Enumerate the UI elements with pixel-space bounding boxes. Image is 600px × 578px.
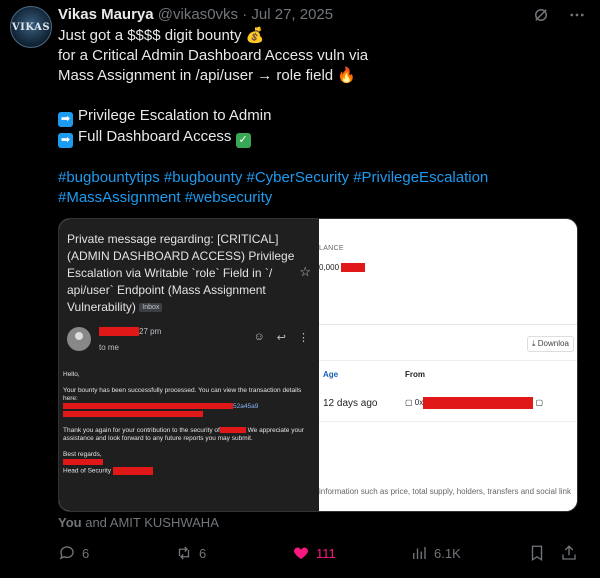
redaction <box>63 411 203 418</box>
tweet-header: Vikas Maurya @vikas0vks · Jul 27, 2025 <box>58 6 333 24</box>
hashtags[interactable]: #MassAssignment #websecurity <box>58 188 578 208</box>
author-avatar[interactable]: VIKAS <box>10 6 52 48</box>
download-button: ⤓ Downloa <box>527 336 574 352</box>
redaction <box>112 467 153 475</box>
like-count: 111 <box>316 545 336 561</box>
divider <box>319 421 577 422</box>
inbox-tag: Inbox <box>139 303 163 312</box>
heart-icon <box>294 547 308 559</box>
email-para-text: Your bounty has been successfully proces… <box>63 387 302 402</box>
tweet-date[interactable]: Jul 27, 2025 <box>251 6 333 23</box>
liked-by-you: You <box>58 515 82 530</box>
email-time: 27 pm <box>139 327 162 336</box>
like-button[interactable]: 111 <box>292 544 336 562</box>
column-age: Age <box>323 370 339 379</box>
emoji-icon: ☺ <box>253 331 265 343</box>
author-handle[interactable]: @vikas0vks <box>158 6 238 23</box>
text-line: Mass Assignment in /api/user → role fiel… <box>58 67 356 84</box>
reply-icon <box>59 546 74 560</box>
balance-value: 0,000 <box>319 263 366 273</box>
email-para: Thank you again for your contribution to… <box>63 427 313 443</box>
bullet-text: Full Dashboard Access <box>78 128 232 145</box>
bookmark-button[interactable] <box>528 544 546 562</box>
email-subject: Private message regarding: [CRITICAL] (A… <box>67 231 297 316</box>
email-subject-text: Private message regarding: [CRITICAL] (A… <box>67 232 295 314</box>
bookmark-icon <box>531 545 543 562</box>
repost-button[interactable]: 6 <box>175 544 206 562</box>
bullet-line: ➡ Full Dashboard Access ✓ <box>58 127 578 148</box>
redaction <box>63 403 233 410</box>
redaction <box>63 459 103 466</box>
sender-avatar <box>67 327 91 351</box>
tweet-text: Just got a $$$$ digit bounty 💰 for a Cri… <box>58 26 578 208</box>
age-value: 12 days ago <box>323 398 378 409</box>
redaction <box>423 397 534 409</box>
explorer-screenshot: LANCE 0,000 ⤓ Downloa Age From 12 days a… <box>319 219 577 511</box>
attached-image[interactable]: Private message regarding: [CRITICAL] (A… <box>58 218 578 512</box>
star-icon: ☆ <box>299 264 311 279</box>
download-label: Downloa <box>537 339 569 348</box>
tweet: VIKAS Vikas Maurya @vikas0vks · Jul 27, … <box>0 0 600 578</box>
email-greeting: Hello, <box>63 371 80 378</box>
explorer-footer-note: information such as price, total supply,… <box>319 487 571 496</box>
more-vertical-icon: ⋮ <box>298 332 309 344</box>
redaction <box>99 327 139 337</box>
hashtags[interactable]: #bugbountytips #bugbounty #CyberSecurity… <box>58 168 578 188</box>
views-icon <box>413 547 426 559</box>
right-arrow-icon: ➡ <box>58 112 73 127</box>
right-arrow-icon: ➡ <box>58 133 73 148</box>
balance-amount: 0,000 <box>319 263 340 272</box>
views-button[interactable]: 6.1K <box>410 544 461 562</box>
email-para-text: Thank you again for your contribution to… <box>63 427 220 434</box>
liked-by[interactable]: You and AMIT KUSHWAHA <box>58 515 219 530</box>
email-para: Your bounty has been successfully proces… <box>63 387 313 419</box>
reply-count: 6 <box>82 545 90 561</box>
header-separator: · <box>242 6 248 23</box>
sender-row: 27 pm <box>99 327 162 337</box>
reply-button[interactable]: 6 <box>58 544 89 562</box>
text-line: Just got a $$$$ digit bounty 💰 <box>58 27 265 44</box>
copy-icon: ▢ <box>405 398 413 408</box>
email-recipient: to me <box>99 343 120 352</box>
author-name[interactable]: Vikas Maurya <box>58 6 154 23</box>
text-line: for a Critical Admin Dashboard Access vu… <box>58 47 369 64</box>
divider <box>319 324 577 325</box>
redaction <box>341 263 366 273</box>
email-screenshot: Private message regarding: [CRITICAL] (A… <box>59 219 319 511</box>
bullet-text: Privilege Escalation to Admin <box>78 107 272 124</box>
balance-label: LANCE <box>319 245 344 252</box>
redaction <box>219 427 246 434</box>
bullet-line: ➡ Privilege Escalation to Admin <box>58 106 578 127</box>
address-prefix: 0x <box>414 398 424 408</box>
views-count: 6.1K <box>434 545 461 561</box>
email-signature: Best regards, Head of Security <box>63 451 313 476</box>
check-icon: ✓ <box>235 133 251 148</box>
repost-icon <box>178 546 190 560</box>
email-actions: ☺ ↩ ⋮ <box>254 331 309 344</box>
email-regards: Best regards, <box>63 451 102 458</box>
email-body: Hello, Your bounty has been successfully… <box>63 371 313 484</box>
divider <box>319 360 577 361</box>
repost-count: 6 <box>199 545 207 561</box>
share-button[interactable] <box>560 544 578 562</box>
email-signoff: Head of Security <box>63 467 112 475</box>
from-value: ▢ 0x ▢ <box>405 397 543 409</box>
reply-icon: ↩ <box>276 332 286 344</box>
share-icon <box>562 545 576 560</box>
tweet-actions: 6 6 111 6.1K <box>58 544 578 564</box>
column-from: From <box>405 370 425 379</box>
liked-by-rest: and AMIT KUSHWAHA <box>85 515 219 530</box>
avatar-logo-text: VIKAS <box>11 21 51 33</box>
transaction-link: 52a45a9 <box>233 403 259 410</box>
copy-icon: ▢ <box>535 398 544 408</box>
